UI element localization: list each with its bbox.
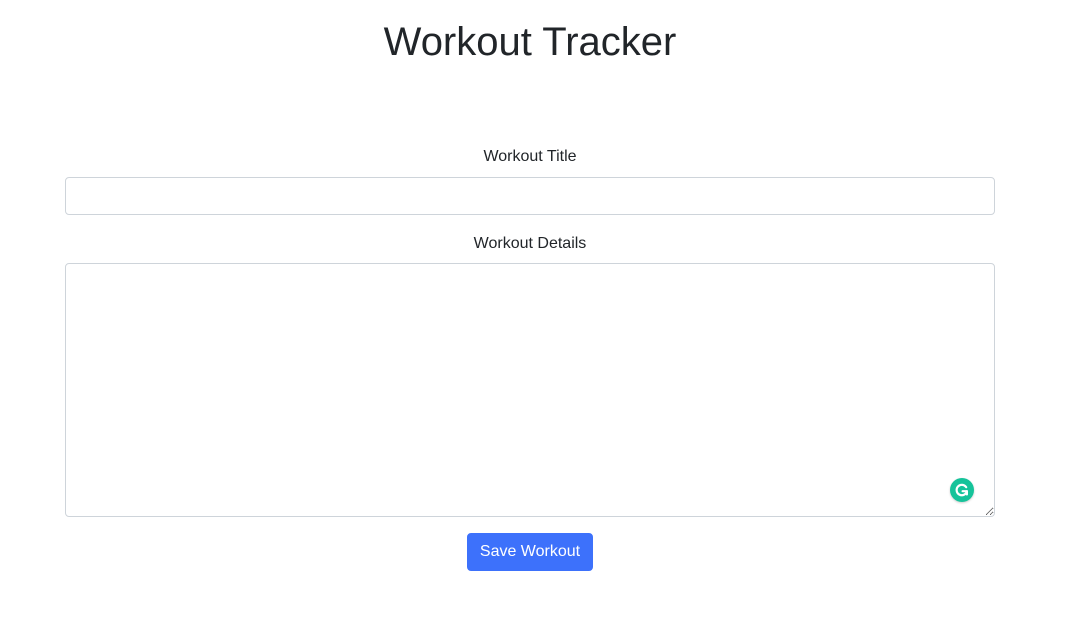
workout-form: Workout Title Workout Details Save Worko…: [65, 146, 995, 571]
page-title: Workout Tracker: [383, 20, 677, 64]
workout-details-wrapper: [65, 263, 995, 517]
workout-details-label: Workout Details: [473, 235, 587, 252]
workout-details-textarea[interactable]: [65, 263, 995, 517]
workout-title-input[interactable]: [65, 177, 995, 215]
grammarly-g-glyph-icon: [955, 483, 968, 497]
workout-title-label: Workout Title: [483, 148, 577, 165]
grammarly-icon[interactable]: [950, 478, 974, 502]
save-workout-button[interactable]: Save Workout: [467, 533, 593, 571]
